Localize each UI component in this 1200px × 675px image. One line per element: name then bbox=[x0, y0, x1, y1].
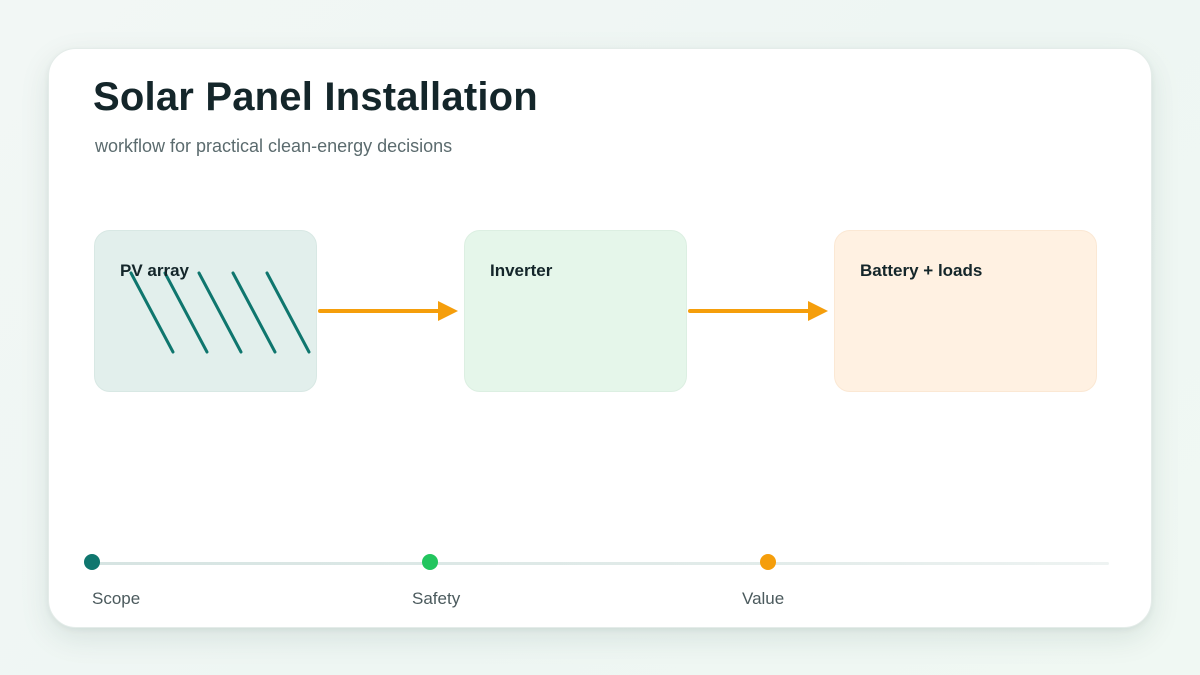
solar-panel-lines-icon bbox=[129, 271, 311, 354]
arrow-pv-to-inverter bbox=[318, 301, 458, 321]
node-label-pv-array: PV array bbox=[120, 261, 189, 280]
workflow-card: Solar Panel Installation workflow for pr… bbox=[48, 48, 1152, 628]
milestone-dot-scope bbox=[84, 554, 100, 570]
milestone-label-safety: Safety bbox=[412, 589, 461, 608]
node-label-inverter: Inverter bbox=[490, 261, 553, 280]
node-pv-array: PV array bbox=[94, 230, 317, 392]
node-inverter: Inverter bbox=[464, 230, 687, 392]
milestone-label-scope: Scope bbox=[92, 589, 141, 608]
page-title: Solar Panel Installation bbox=[93, 75, 538, 119]
node-battery-loads: Battery + loads bbox=[834, 230, 1097, 392]
milestone-label-value: Value bbox=[742, 589, 785, 608]
node-label-battery-loads: Battery + loads bbox=[860, 261, 983, 280]
arrow-inverter-to-battery bbox=[688, 301, 828, 321]
milestone-dot-safety bbox=[422, 554, 438, 570]
page-subtitle: workflow for practical clean-energy deci… bbox=[95, 136, 453, 156]
milestone-dot-value bbox=[760, 554, 776, 570]
timeline-track bbox=[93, 562, 1109, 565]
